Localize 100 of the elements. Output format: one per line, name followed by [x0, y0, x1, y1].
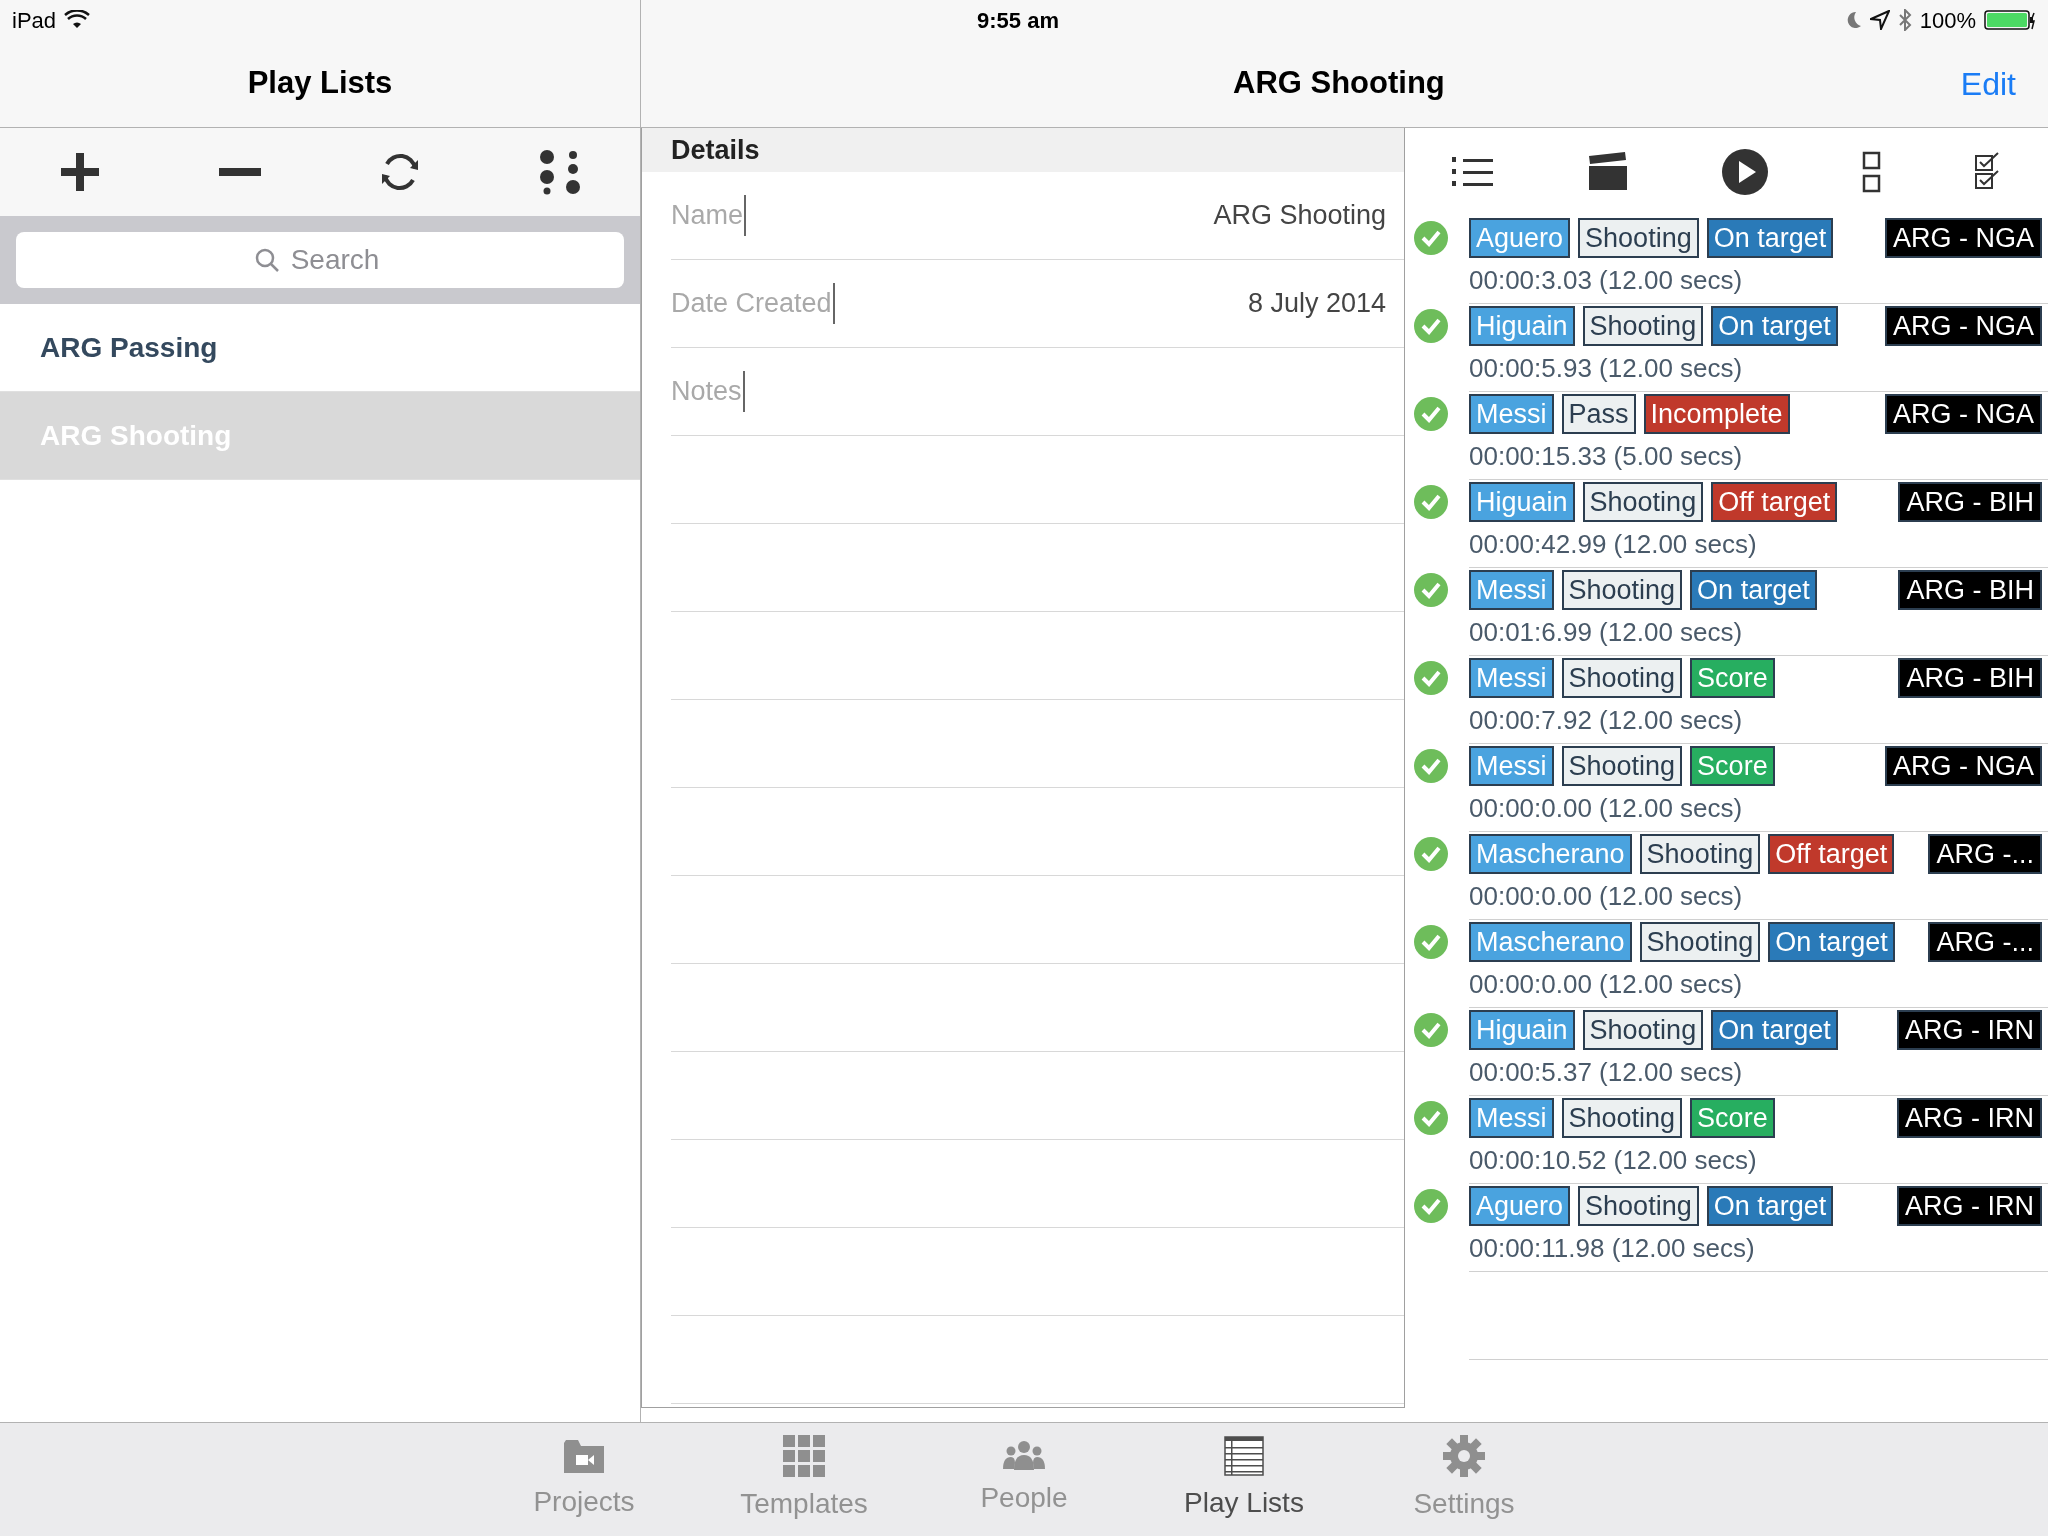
tag-label: Pass — [1561, 394, 1636, 434]
section-header: Details — [671, 133, 760, 167]
clip-time: 00:00:0.00 (12.00 secs) — [1469, 880, 1744, 913]
tag-label: Shooting — [1561, 1098, 1683, 1138]
dots-icon[interactable] — [539, 149, 581, 195]
gear-icon — [1443, 1434, 1485, 1477]
status-time: 9:55 am — [977, 6, 1059, 35]
clip-time: 00:00:42.99 (12.00 secs) — [1469, 528, 1758, 561]
check-circle-icon[interactable] — [1413, 836, 1449, 872]
tag-label: On target — [1768, 922, 1895, 962]
clip-time: 00:00:0.00 (12.00 secs) — [1469, 792, 1744, 825]
group-icon — [1003, 1440, 1045, 1471]
check-circle-icon[interactable] — [1413, 660, 1449, 696]
table-icon — [1224, 1435, 1264, 1476]
play-icon[interactable] — [1721, 148, 1770, 196]
tag-label: On target — [1690, 570, 1817, 610]
grid-icon — [783, 1434, 825, 1477]
field-label[interactable]: Date Created — [671, 283, 835, 324]
tag-label: Shooting — [1561, 570, 1683, 610]
tab-item[interactable]: Play Lists — [1134, 1423, 1354, 1536]
tag-label: On target — [1706, 1186, 1834, 1226]
clip-time: 00:00:5.37 (12.00 secs) — [1469, 1056, 1744, 1089]
tag-label: Aguero — [1469, 1186, 1571, 1226]
tag-label: Messi — [1469, 394, 1554, 434]
tag-label: Shooting — [1582, 1010, 1704, 1050]
clip-time: 00:00:11.98 (12.00 secs) — [1469, 1232, 1756, 1265]
location-arrow-icon — [1869, 10, 1890, 30]
tag-label: Higuain — [1469, 482, 1575, 522]
tab-item[interactable]: Templates — [694, 1423, 914, 1536]
battery-icon — [1984, 9, 2036, 31]
check-circle-icon[interactable] — [1413, 1188, 1449, 1224]
match-label: ARG - NGA — [1885, 306, 2042, 346]
clip-time: 00:00:0.00 (12.00 secs) — [1469, 968, 1744, 1001]
tag-label: On target — [1711, 306, 1838, 346]
match-label: ARG - IRN — [1897, 1186, 2042, 1226]
check-circle-icon[interactable] — [1413, 308, 1449, 344]
check-circle-icon[interactable] — [1413, 396, 1449, 432]
check-circle-icon[interactable] — [1413, 1100, 1449, 1136]
field-value: 8 July 2014 — [1247, 287, 1386, 321]
tag-label: Mascherano — [1469, 922, 1632, 962]
tag-label: Shooting — [1561, 658, 1683, 698]
match-label: ARG - NGA — [1885, 218, 2042, 258]
check-circle-icon[interactable] — [1413, 484, 1449, 520]
tag-label: Messi — [1469, 746, 1554, 786]
wifi-icon — [64, 10, 91, 30]
tag-label: Higuain — [1469, 1010, 1575, 1050]
clip-time: 00:01:6.99 (12.00 secs) — [1469, 616, 1744, 649]
match-label: ARG - IRN — [1897, 1098, 2042, 1138]
tag-label: Aguero — [1469, 218, 1571, 258]
tag-label: Score — [1690, 1098, 1775, 1138]
match-label: ARG - NGA — [1885, 746, 2042, 786]
tag-label: On target — [1706, 218, 1834, 258]
tag-label: Shooting — [1582, 482, 1704, 522]
tag-label: Messi — [1469, 1098, 1554, 1138]
tag-label: Messi — [1469, 658, 1554, 698]
tag-label: Shooting — [1578, 218, 1699, 258]
tag-label: Incomplete — [1643, 394, 1790, 434]
tag-label: On target — [1711, 1010, 1838, 1050]
field-label[interactable]: Name — [671, 195, 747, 236]
clapperboard-icon[interactable] — [1587, 152, 1630, 192]
tab-item[interactable]: People — [914, 1423, 1134, 1536]
tab-item[interactable]: Projects — [474, 1423, 694, 1536]
check-circle-icon[interactable] — [1413, 1012, 1449, 1048]
search-field[interactable]: Search — [16, 232, 624, 288]
tag-label: Shooting — [1561, 746, 1683, 786]
check-circle-icon[interactable] — [1413, 924, 1449, 960]
clip-time: 00:00:7.92 (12.00 secs) — [1469, 704, 1744, 737]
bluetooth-icon — [1897, 9, 1912, 31]
tag-label: Shooting — [1578, 1186, 1699, 1226]
field-label[interactable]: Notes — [671, 371, 745, 412]
clip-time: 00:00:3.03 (12.00 secs) — [1469, 264, 1744, 297]
battery-percent: 100% — [1919, 6, 1976, 35]
tag-label: Score — [1690, 746, 1775, 786]
tag-label: Off target — [1711, 482, 1838, 522]
match-label: ARG - BIH — [1898, 658, 2042, 698]
match-label: ARG -... — [1928, 922, 2042, 962]
search-icon — [254, 247, 280, 273]
nav-title: ARG Shooting — [1233, 64, 1445, 103]
tag-label: Off target — [1768, 834, 1895, 874]
match-label: ARG - NGA — [1885, 394, 2042, 434]
device-name: iPad — [12, 6, 57, 35]
split-squares-icon[interactable] — [1861, 151, 1882, 193]
field-value: ARG Shooting — [1213, 199, 1386, 233]
tag-label: Mascherano — [1469, 834, 1632, 874]
check-circle-icon[interactable] — [1413, 572, 1449, 608]
tag-label: Shooting — [1582, 306, 1704, 346]
edit-button[interactable]: Edit — [1960, 59, 2016, 108]
match-label: ARG - IRN — [1897, 1010, 2042, 1050]
clip-time: 00:00:15.33 (5.00 secs) — [1469, 440, 1744, 473]
tag-label: Shooting — [1639, 834, 1761, 874]
tag-label: Higuain — [1469, 306, 1575, 346]
tab-item[interactable]: Settings — [1354, 1423, 1574, 1536]
clip-time: 00:00:10.52 (12.00 secs) — [1469, 1144, 1758, 1177]
match-label: ARG - BIH — [1898, 482, 2042, 522]
add-icon[interactable] — [59, 151, 101, 193]
clip-time: 00:00:5.93 (12.00 secs) — [1469, 352, 1744, 385]
check-circle-icon[interactable] — [1413, 748, 1449, 784]
check-circle-icon[interactable] — [1413, 220, 1449, 256]
refresh-icon[interactable] — [379, 151, 421, 193]
tag-label: Score — [1690, 658, 1775, 698]
